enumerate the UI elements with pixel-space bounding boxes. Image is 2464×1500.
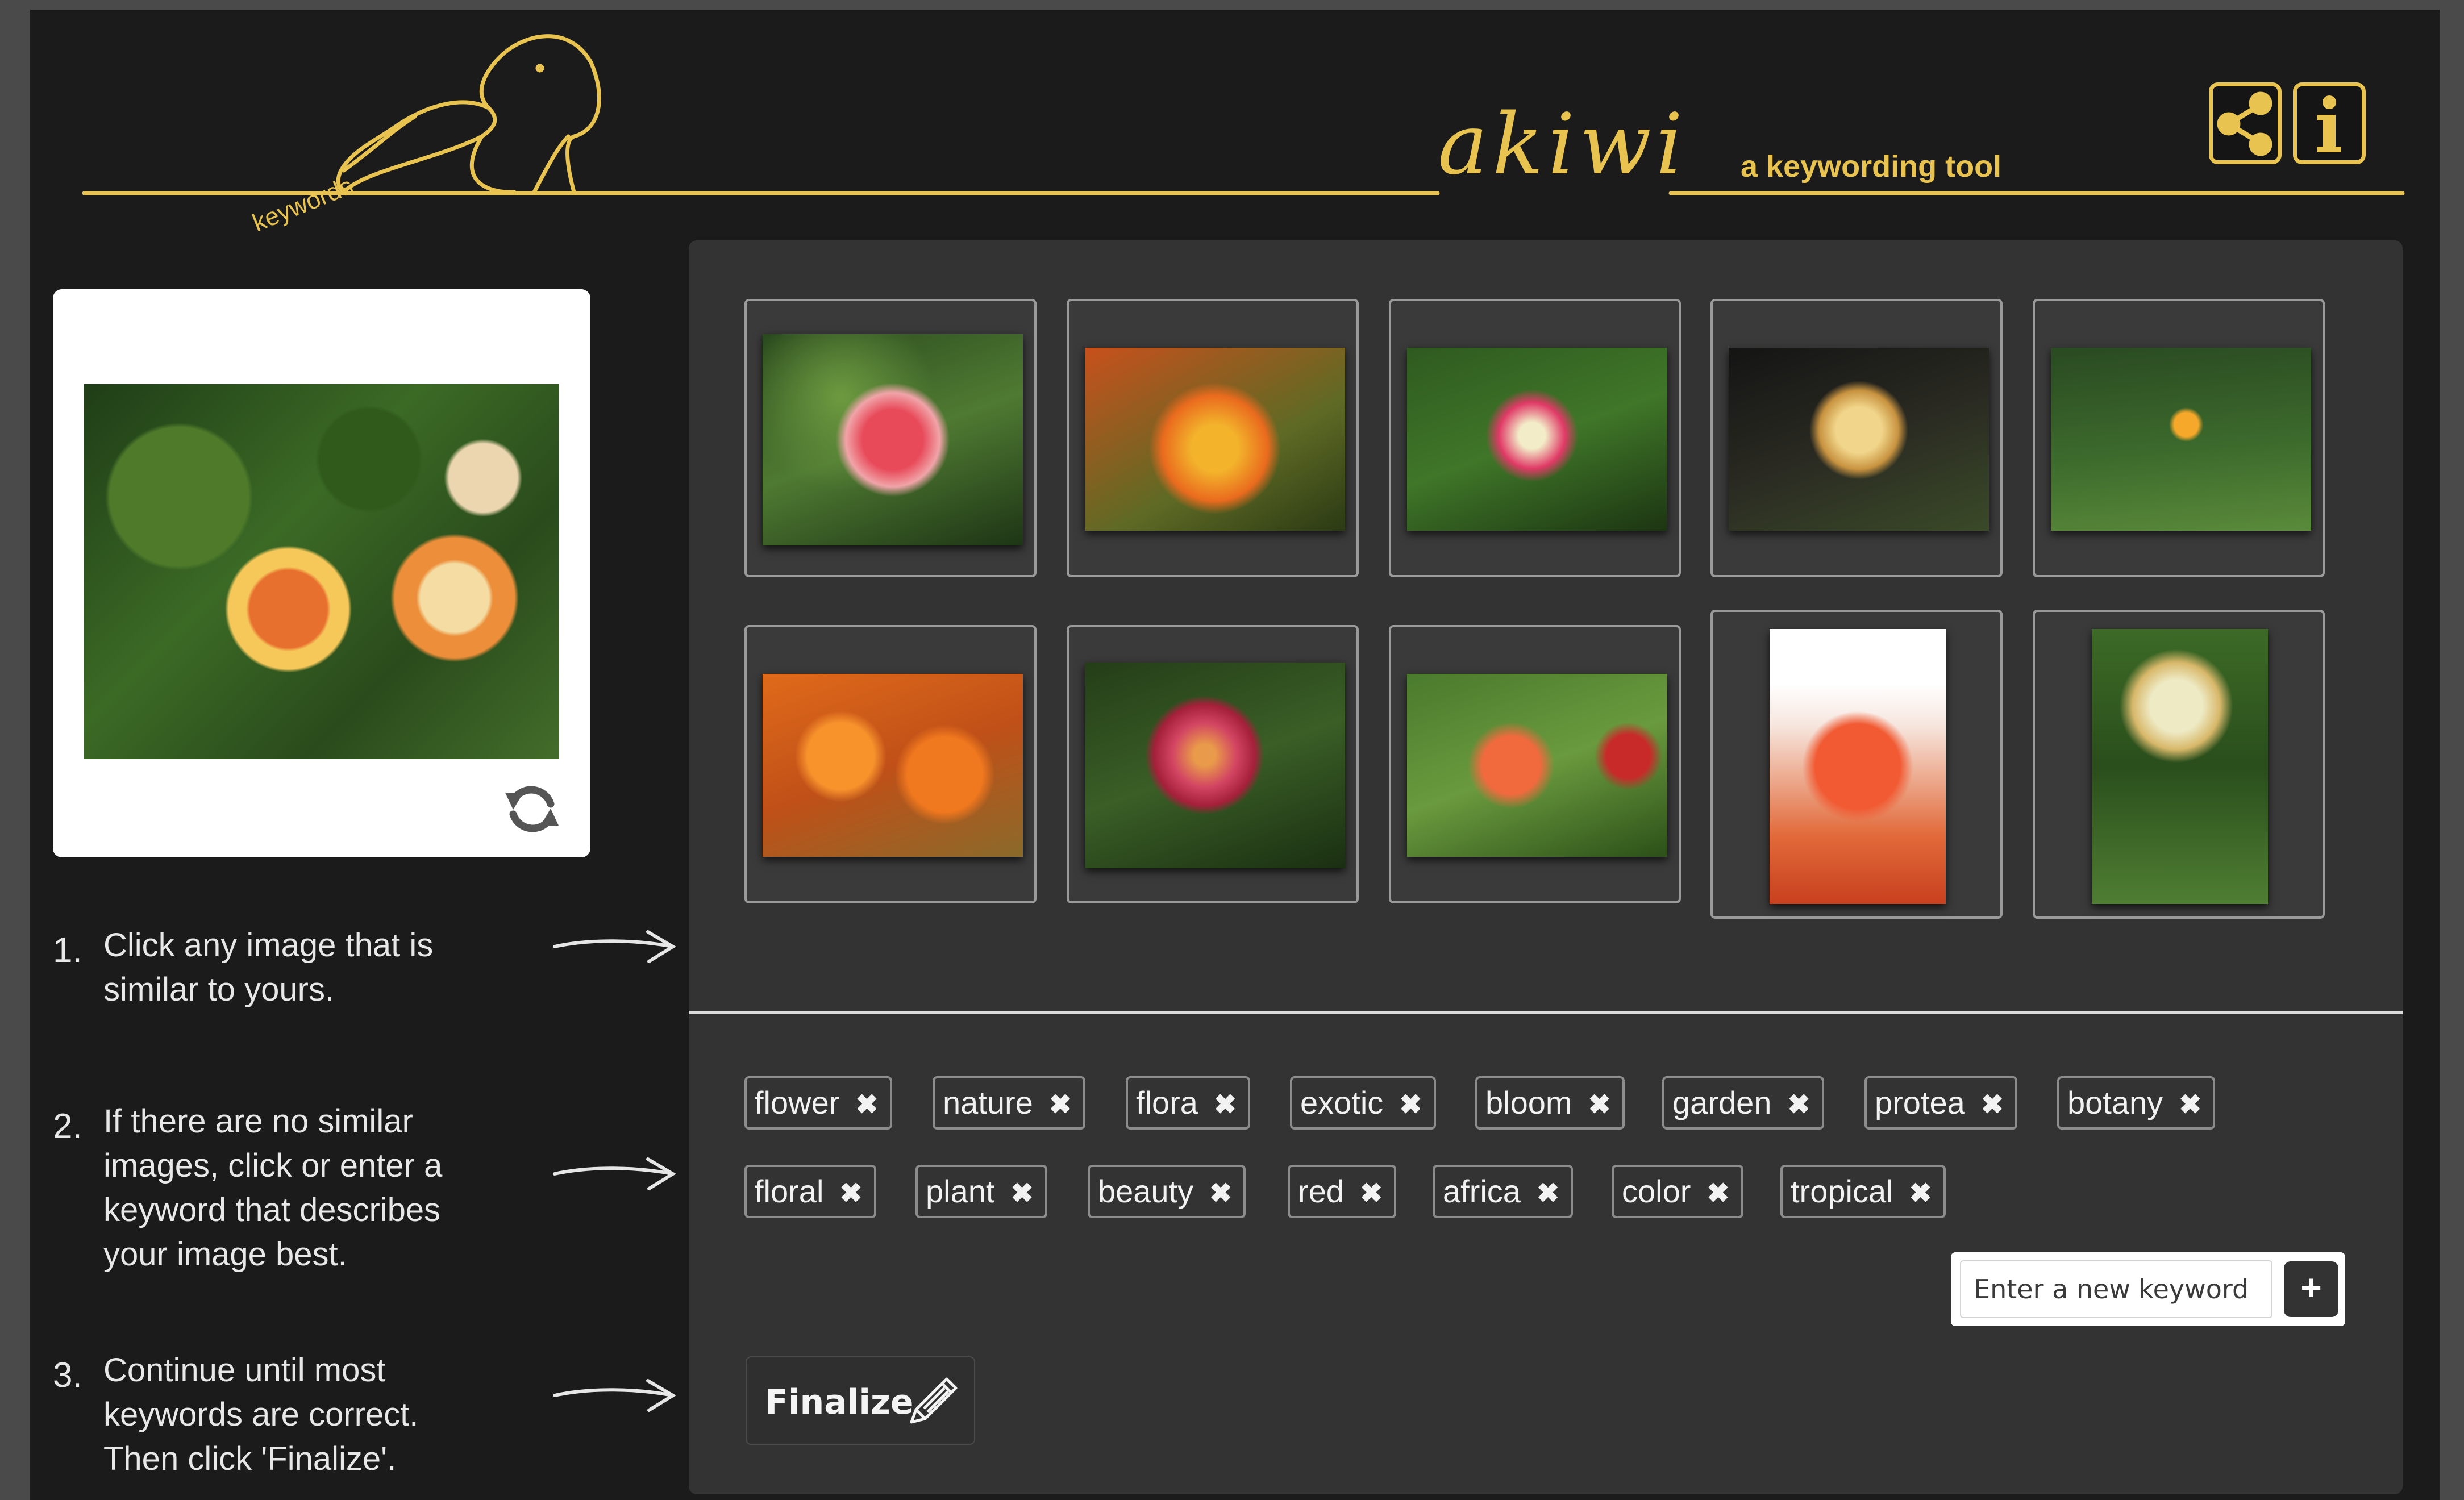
share-icon	[2217, 91, 2272, 156]
similar-image	[1085, 348, 1345, 531]
remove-tag-icon[interactable]: ✖	[855, 1081, 878, 1130]
remove-tag-icon[interactable]: ✖	[1537, 1169, 1559, 1218]
step-number: 2.	[53, 1107, 82, 1146]
source-image-card	[53, 289, 590, 857]
pencil-icon	[910, 1377, 958, 1424]
tagline: a keywording tool	[1741, 149, 2002, 184]
keyword-label: bloom	[1485, 1085, 1572, 1120]
keyword-label: tropical	[1791, 1173, 1893, 1209]
keyword-tag[interactable]: tropical ✖	[1780, 1165, 1946, 1218]
keyword-tag[interactable]: nature ✖	[933, 1076, 1086, 1130]
step-text: Continue until most keywords are correct…	[103, 1352, 419, 1477]
remove-tag-icon[interactable]: ✖	[1214, 1081, 1237, 1130]
keyword-label: africa	[1443, 1173, 1521, 1209]
remove-tag-icon[interactable]: ✖	[1909, 1169, 1932, 1218]
keyword-label: color	[1622, 1173, 1691, 1209]
similar-image-thumb[interactable]	[744, 625, 1037, 903]
similar-image	[1770, 629, 1946, 904]
source-image	[84, 384, 559, 759]
similar-image	[2051, 348, 2311, 531]
similar-image	[1407, 348, 1667, 531]
keyword-label: red	[1298, 1173, 1344, 1209]
step-text: Click any image that is similar to yours…	[103, 927, 434, 1008]
similar-image	[763, 334, 1023, 545]
similar-image	[2092, 629, 2268, 904]
similar-image-thumb[interactable]	[1710, 299, 2003, 577]
brand-name: akiwi	[1438, 95, 1688, 193]
arrow-right-icon	[553, 930, 676, 963]
share-button[interactable]	[2209, 82, 2282, 164]
remove-tag-icon[interactable]: ✖	[1787, 1081, 1810, 1130]
keyword-tag[interactable]: color ✖	[1612, 1165, 1743, 1218]
keyword-label: floral	[755, 1173, 824, 1209]
keyword-tag[interactable]: africa ✖	[1433, 1165, 1574, 1218]
similar-image	[1407, 674, 1667, 857]
kiwi-eye	[535, 64, 544, 73]
keyword-label: garden	[1672, 1085, 1772, 1120]
keyword-label: plant	[926, 1173, 995, 1209]
info-button[interactable]	[2293, 82, 2366, 164]
remove-tag-icon[interactable]: ✖	[1049, 1081, 1072, 1130]
step-number: 1.	[53, 931, 82, 970]
kiwi-outline	[336, 34, 601, 194]
keyword-label: nature	[943, 1085, 1033, 1120]
remove-tag-icon[interactable]: ✖	[1010, 1169, 1033, 1218]
similar-image-thumb[interactable]	[744, 299, 1037, 577]
new-keyword-form: +	[1951, 1252, 2345, 1326]
keyword-tag[interactable]: flora ✖	[1126, 1076, 1251, 1130]
remove-tag-icon[interactable]: ✖	[1588, 1081, 1611, 1130]
kiwi-beak	[342, 114, 417, 173]
keyword-tag[interactable]: exotic ✖	[1290, 1076, 1436, 1130]
similar-image-thumb[interactable]	[1389, 625, 1681, 903]
keyword-tag[interactable]: bloom ✖	[1475, 1076, 1625, 1130]
keyword-label: exotic	[1300, 1085, 1384, 1120]
arrow-right-icon	[553, 1379, 676, 1412]
keyword-tag[interactable]: protea ✖	[1864, 1076, 2018, 1130]
keyword-label: flora	[1136, 1085, 1198, 1120]
remove-tag-icon[interactable]: ✖	[839, 1169, 862, 1218]
finalize-label: Finalize	[765, 1382, 914, 1422]
keyword-label: protea	[1875, 1085, 1965, 1120]
add-keyword-button[interactable]: +	[2284, 1261, 2338, 1317]
new-keyword-input[interactable]	[1960, 1260, 2272, 1318]
keyword-tag[interactable]: flower ✖	[744, 1076, 892, 1130]
remove-tag-icon[interactable]: ✖	[2179, 1081, 2201, 1130]
info-icon	[2317, 95, 2341, 152]
finalize-button[interactable]: Finalize	[746, 1356, 975, 1445]
remove-tag-icon[interactable]: ✖	[1707, 1169, 1729, 1218]
remove-tag-icon[interactable]: ✖	[1209, 1169, 1232, 1218]
similar-image-thumb[interactable]	[2033, 610, 2325, 919]
step-number: 3.	[53, 1356, 82, 1395]
refresh-icon[interactable]	[501, 778, 563, 840]
remove-tag-icon[interactable]: ✖	[1981, 1081, 2004, 1130]
keyword-tag[interactable]: botany ✖	[2057, 1076, 2216, 1130]
keyword-tag[interactable]: floral ✖	[744, 1165, 876, 1218]
similar-image	[1085, 663, 1345, 868]
keyword-tag[interactable]: red ✖	[1288, 1165, 1397, 1218]
keyword-tag[interactable]: plant ✖	[915, 1165, 1047, 1218]
similar-image	[763, 674, 1023, 857]
similar-image-thumb[interactable]	[1710, 610, 2003, 919]
kiwi-logo: keywords	[82, 34, 2405, 237]
remove-tag-icon[interactable]: ✖	[1360, 1169, 1383, 1218]
arrow-right-icon	[553, 1157, 676, 1190]
similar-image	[1729, 348, 1989, 531]
similar-image-thumb[interactable]	[1389, 299, 1681, 577]
remove-tag-icon[interactable]: ✖	[1399, 1081, 1422, 1130]
keyword-label: botany	[2067, 1085, 2163, 1120]
panel-divider	[689, 1011, 2403, 1014]
plus-icon: +	[2300, 1267, 2322, 1308]
step-text: If there are no similar images, click or…	[103, 1103, 443, 1273]
keyword-label: flower	[755, 1085, 840, 1120]
similar-image-thumb[interactable]	[2033, 299, 2325, 577]
keyword-tag[interactable]: beauty ✖	[1088, 1165, 1246, 1218]
similar-image-thumb[interactable]	[1067, 299, 1359, 577]
keyword-label: beauty	[1098, 1173, 1194, 1209]
similar-image-thumb[interactable]	[1067, 625, 1359, 903]
keyword-tag[interactable]: garden ✖	[1662, 1076, 1824, 1130]
logo-caption: keywords	[248, 172, 357, 237]
